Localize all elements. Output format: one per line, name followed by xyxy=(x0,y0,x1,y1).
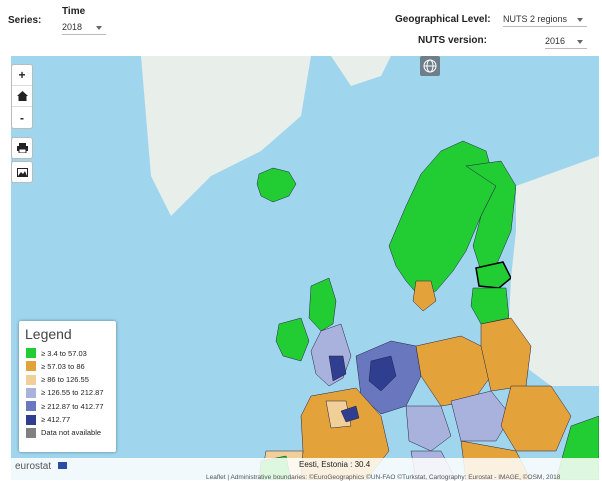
time-label: Time xyxy=(62,6,86,17)
zoom-control: + - xyxy=(11,64,33,129)
legend-item: ≥ 86 to 126.55 xyxy=(26,374,89,385)
geo-level-value: NUTS 2 regions xyxy=(503,14,587,27)
legend-label: ≥ 212.87 to 412.77 xyxy=(41,401,104,411)
landmass-arctic xyxy=(331,56,391,86)
home-icon xyxy=(16,91,28,101)
chevron-down-icon xyxy=(577,18,583,22)
chevron-down-icon xyxy=(577,40,583,44)
region-iceland[interactable] xyxy=(256,167,297,203)
region-czech-hungary[interactable] xyxy=(450,390,512,442)
legend-item: ≥ 57.03 to 86 xyxy=(26,361,85,372)
chevron-down-icon xyxy=(96,26,102,30)
legend-label: ≥ 57.03 to 86 xyxy=(41,361,85,371)
print-icon xyxy=(16,143,28,153)
globe-icon xyxy=(423,59,437,73)
region-latvia-lithuania[interactable] xyxy=(470,287,510,325)
eurostat-logo: eurostat xyxy=(15,461,52,472)
legend-swatch xyxy=(26,427,36,438)
geo-level-select[interactable]: NUTS 2 regions xyxy=(503,14,587,28)
legend-item: ≥ 212.87 to 412.77 xyxy=(26,401,104,412)
image-export-button[interactable] xyxy=(11,161,33,183)
legend: Legend ≥ 3.4 to 57.03 ≥ 57.03 to 86 ≥ 86 t… xyxy=(19,321,116,452)
hover-status: Eesti, Estonia : 30.4 xyxy=(299,460,371,469)
time-select[interactable]: 2018 xyxy=(62,22,108,36)
region-switzerland-austria[interactable] xyxy=(405,405,452,452)
zoom-in-button[interactable]: + xyxy=(12,65,32,86)
legend-swatch xyxy=(26,387,36,398)
globe-button[interactable] xyxy=(420,56,440,76)
legend-swatch xyxy=(26,374,36,385)
geo-level-label: Geographical Level: xyxy=(395,14,491,25)
region-england[interactable] xyxy=(310,323,352,387)
legend-title: Legend xyxy=(25,326,72,342)
legend-swatch xyxy=(26,348,36,358)
toolbar: Series: Time 2018 Geographical Level: NU… xyxy=(0,0,602,56)
legend-swatch xyxy=(26,361,36,372)
region-scotland[interactable] xyxy=(308,277,337,332)
legend-label: ≥ 86 to 126.55 xyxy=(41,375,89,385)
print-button[interactable] xyxy=(11,137,33,159)
zoom-out-button[interactable]: - xyxy=(12,107,32,128)
legend-label: Data not available xyxy=(41,428,102,438)
eu-flag-icon xyxy=(58,462,67,469)
series-label: Series: xyxy=(8,15,42,26)
region-romania[interactable] xyxy=(500,385,572,452)
legend-label: ≥ 412.77 xyxy=(41,415,71,424)
legend-item: ≥ 412.77 xyxy=(26,414,71,425)
legend-item: Data not available xyxy=(26,427,102,438)
attribution: Leaflet | Administrative boundaries: ©Eu… xyxy=(206,474,561,481)
image-icon xyxy=(16,167,28,177)
nuts-version-select[interactable]: 2016 xyxy=(503,36,587,50)
legend-swatch xyxy=(26,401,36,412)
nuts-version-label: NUTS version: xyxy=(418,35,487,46)
legend-label: ≥ 3.4 to 57.03 xyxy=(41,348,87,358)
legend-label: ≥ 126.55 to 212.87 xyxy=(41,388,104,398)
legend-swatch xyxy=(26,414,36,425)
home-button[interactable] xyxy=(12,86,32,107)
legend-item: ≥ 126.55 to 212.87 xyxy=(26,387,104,398)
region-ireland[interactable] xyxy=(275,317,310,362)
legend-item: ≥ 3.4 to 57.03 xyxy=(26,348,87,358)
